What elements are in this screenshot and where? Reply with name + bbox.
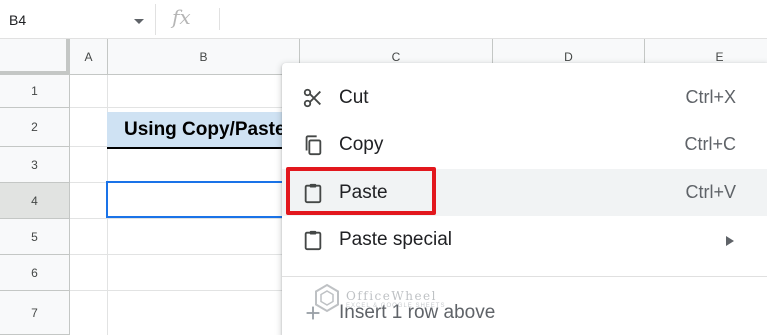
scissors-icon: [303, 88, 321, 108]
menu-divider: [282, 276, 767, 277]
row-header-3[interactable]: 3: [0, 147, 70, 183]
cell-b2[interactable]: Using Copy/Paste: [107, 112, 287, 149]
menu-item-shortcut: Ctrl+V: [685, 182, 736, 202]
selected-cell-b4[interactable]: [106, 181, 290, 218]
row-header-7[interactable]: 7: [0, 291, 70, 335]
row-header-4[interactable]: 4: [0, 183, 70, 219]
officewheel-logo-icon: [315, 283, 339, 313]
copy-icon: [305, 135, 322, 156]
clipboard-icon: [304, 230, 322, 251]
watermark-subtext: EXCEL & GOOGLE SHEETS: [346, 303, 446, 309]
name-box-value: B4: [9, 12, 27, 28]
column-header-a[interactable]: A: [70, 39, 108, 75]
menu-item-label: Paste special: [339, 229, 453, 250]
officewheel-watermark: OfficeWheel EXCEL & GOOGLE SHEETS: [312, 283, 462, 313]
row-header-6[interactable]: 6: [0, 255, 70, 291]
menu-item-shortcut: Ctrl+C: [684, 134, 736, 154]
menu-item-paste-special[interactable]: Paste special: [282, 216, 767, 263]
chevron-down-icon[interactable]: [134, 19, 144, 24]
menu-item-cut[interactable]: Cut Ctrl+X: [282, 74, 767, 121]
menu-item-shortcut: Ctrl+X: [685, 87, 736, 107]
formula-divider: [219, 8, 220, 30]
row-header-2[interactable]: 2: [0, 108, 70, 147]
formula-bar: B4 fx: [0, 0, 767, 39]
menu-item-copy[interactable]: Copy Ctrl+C: [282, 121, 767, 168]
title-text: Using Copy/Paste: [124, 119, 286, 140]
menu-item-label: Cut: [339, 87, 369, 108]
menu-item-label: Copy: [339, 134, 384, 155]
fx-icon: fx: [172, 5, 191, 29]
select-all-corner[interactable]: [0, 39, 70, 75]
paste-highlight-box: [286, 167, 436, 215]
row-header-5[interactable]: 5: [0, 219, 70, 255]
row-header-1[interactable]: 1: [0, 75, 70, 108]
submenu-arrow-icon: [726, 236, 734, 246]
name-box[interactable]: B4: [0, 4, 156, 35]
watermark-text: OfficeWheel: [346, 289, 437, 303]
column-header-b[interactable]: B: [108, 39, 300, 75]
